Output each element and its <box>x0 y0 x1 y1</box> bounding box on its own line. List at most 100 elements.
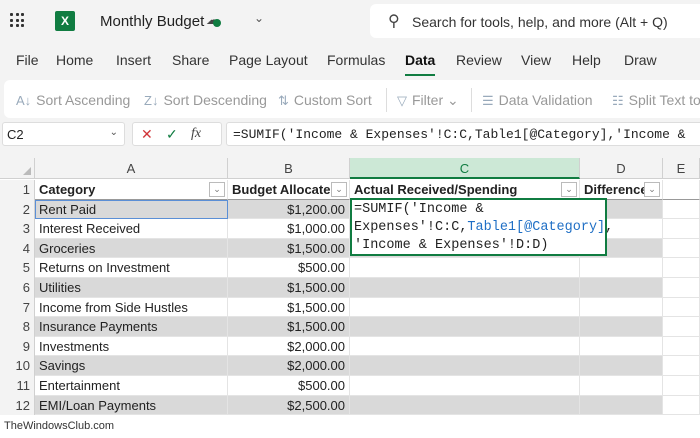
cell[interactable] <box>663 336 700 357</box>
select-all-button[interactable] <box>0 158 35 179</box>
cell[interactable] <box>350 297 580 318</box>
header-cell[interactable]: Actual Received/Spending ⌄ <box>350 180 580 200</box>
cell[interactable]: Groceries <box>35 238 228 259</box>
filter-dropdown-icon[interactable]: ⌄ <box>644 182 660 197</box>
cell[interactable]: $500.00 <box>228 376 350 396</box>
cell[interactable] <box>350 336 580 357</box>
cell[interactable]: Income from Side Hustles <box>35 297 228 318</box>
cell[interactable] <box>580 317 663 337</box>
document-title[interactable]: Monthly Budget <box>100 13 204 30</box>
split-text-button[interactable]: ☷ Split Text to <box>612 92 700 109</box>
row-number[interactable]: 4 <box>0 238 35 259</box>
cell[interactable]: Returns on Investment <box>35 258 228 278</box>
enter-icon[interactable]: ✓ <box>166 126 178 143</box>
header-cell[interactable] <box>663 180 700 200</box>
formula-input[interactable]: =SUMIF('Income & Expenses'!C:C,Table1[@C… <box>226 122 700 146</box>
cell[interactable]: $1,200.00 <box>228 199 350 220</box>
cell[interactable]: Insurance Payments <box>35 317 228 337</box>
tab-draw[interactable]: Draw <box>624 52 657 68</box>
cell-editor[interactable]: =SUMIF('Income & Expenses'!C:C,Table1[@C… <box>350 198 613 256</box>
tab-review[interactable]: Review <box>456 52 502 68</box>
chevron-down-icon[interactable]: ⌄ <box>110 127 118 138</box>
filter-dropdown-icon[interactable]: ⌄ <box>331 182 347 197</box>
column-header-d[interactable]: D <box>580 158 663 179</box>
filter-dropdown-icon[interactable]: ⌄ <box>209 182 225 197</box>
cancel-icon[interactable]: ✕ <box>141 126 153 143</box>
column-header-c[interactable]: C <box>350 158 580 179</box>
cell[interactable] <box>663 317 700 337</box>
tab-data[interactable]: Data <box>405 52 436 76</box>
sort-ascending-button[interactable]: A↓ Sort Ascending <box>16 92 130 108</box>
tab-view[interactable]: View <box>521 52 551 68</box>
cell[interactable] <box>350 278 580 298</box>
cell[interactable] <box>663 278 700 298</box>
header-cell[interactable]: Difference ⌄ <box>580 180 663 200</box>
row-number[interactable]: 3 <box>0 219 35 239</box>
cell[interactable]: Interest Received <box>35 219 228 239</box>
cell[interactable] <box>580 356 663 376</box>
cell[interactable] <box>350 376 580 396</box>
cell[interactable] <box>350 258 580 278</box>
row-number[interactable]: 12 <box>0 395 35 416</box>
cell[interactable]: EMI/Loan Payments <box>35 395 228 416</box>
filter-button[interactable]: ▽ Filter ⌄ <box>397 92 459 109</box>
cell[interactable] <box>663 258 700 278</box>
column-header-e[interactable]: E <box>663 158 700 179</box>
filter-dropdown-icon[interactable]: ⌄ <box>561 182 577 197</box>
cell[interactable] <box>663 356 700 376</box>
cell[interactable]: Utilities <box>35 278 228 298</box>
row-number[interactable]: 5 <box>0 258 35 278</box>
tab-file[interactable]: File <box>16 52 39 68</box>
cell[interactable]: Rent Paid <box>35 199 228 220</box>
cell[interactable]: $1,500.00 <box>228 317 350 337</box>
row-number[interactable]: 7 <box>0 297 35 318</box>
cell[interactable] <box>663 238 700 259</box>
cell[interactable] <box>580 395 663 416</box>
cell[interactable] <box>580 278 663 298</box>
cell[interactable]: $1,500.00 <box>228 297 350 318</box>
cell[interactable]: Investments <box>35 336 228 357</box>
cell[interactable]: $1,500.00 <box>228 238 350 259</box>
row-number[interactable]: 10 <box>0 356 35 376</box>
row-number[interactable]: 8 <box>0 317 35 337</box>
cell[interactable] <box>350 356 580 376</box>
custom-sort-button[interactable]: ⇅ Custom Sort <box>278 92 372 109</box>
row-number[interactable]: 11 <box>0 376 35 396</box>
cell[interactable]: $1,000.00 <box>228 219 350 239</box>
chevron-down-icon[interactable]: ⌄ <box>254 11 264 25</box>
cell[interactable] <box>663 376 700 396</box>
app-launcher-icon[interactable] <box>10 13 24 27</box>
tab-share[interactable]: Share <box>172 52 209 68</box>
header-cell[interactable]: Budget Allocated ⌄ <box>228 180 350 200</box>
tab-insert[interactable]: Insert <box>116 52 151 68</box>
cell[interactable] <box>663 395 700 416</box>
header-cell[interactable]: Category ⌄ <box>35 180 228 200</box>
tab-page-layout[interactable]: Page Layout <box>229 52 308 68</box>
cell[interactable]: $2,500.00 <box>228 395 350 416</box>
cell[interactable]: $2,000.00 <box>228 336 350 357</box>
insert-function-icon[interactable]: fx <box>191 126 201 142</box>
row-number[interactable]: 1 <box>0 180 35 200</box>
cell[interactable] <box>350 317 580 337</box>
column-header-a[interactable]: A <box>35 158 228 179</box>
cell[interactable] <box>350 395 580 416</box>
cell[interactable]: $2,000.00 <box>228 356 350 376</box>
cell[interactable] <box>580 336 663 357</box>
row-number[interactable]: 2 <box>0 199 35 220</box>
tab-help[interactable]: Help <box>572 52 601 68</box>
cell[interactable]: $500.00 <box>228 258 350 278</box>
row-number[interactable]: 9 <box>0 336 35 357</box>
cell[interactable] <box>580 258 663 278</box>
tab-home[interactable]: Home <box>56 52 93 68</box>
column-header-b[interactable]: B <box>228 158 350 179</box>
tab-formulas[interactable]: Formulas <box>327 52 385 68</box>
data-validation-button[interactable]: ☰ Data Validation <box>482 92 593 109</box>
cell[interactable]: Savings <box>35 356 228 376</box>
cell[interactable] <box>663 199 700 220</box>
search-box[interactable]: ⚲ Search for tools, help, and more (Alt +… <box>370 4 700 38</box>
cell[interactable]: $1,500.00 <box>228 278 350 298</box>
row-number[interactable]: 6 <box>0 278 35 298</box>
cell[interactable] <box>663 297 700 318</box>
cell[interactable] <box>580 376 663 396</box>
cell[interactable] <box>663 219 700 239</box>
